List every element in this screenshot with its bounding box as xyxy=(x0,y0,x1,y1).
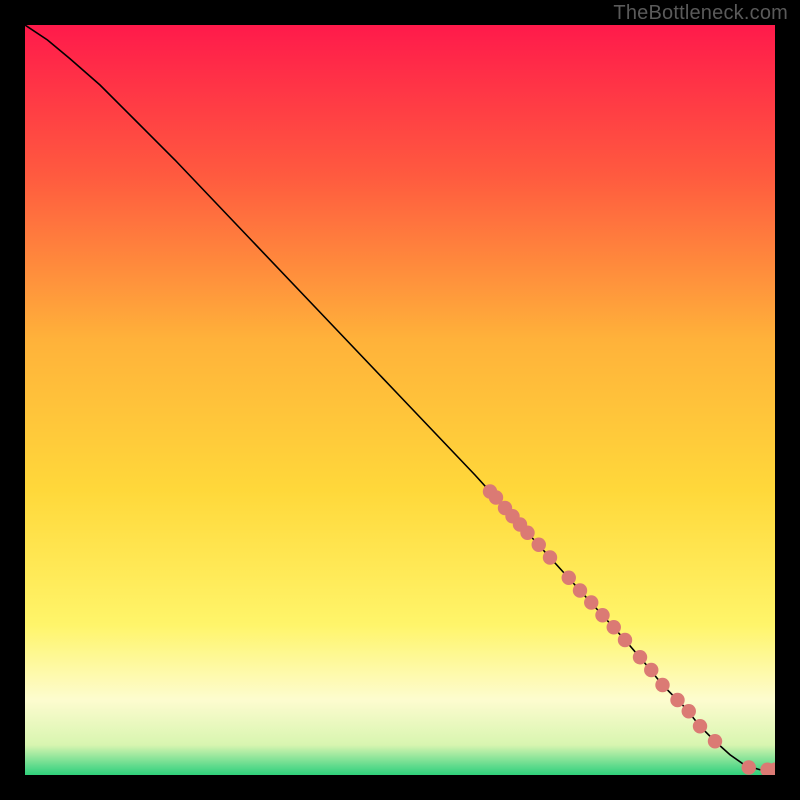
data-point xyxy=(618,633,632,647)
data-point xyxy=(520,526,534,540)
watermark-text: TheBottleneck.com xyxy=(613,2,788,25)
data-point xyxy=(633,650,647,664)
data-point xyxy=(584,595,598,609)
data-point xyxy=(607,620,621,634)
chart-svg xyxy=(25,25,775,775)
data-point xyxy=(595,608,609,622)
plot-area xyxy=(25,25,775,775)
data-point xyxy=(742,760,756,774)
data-point xyxy=(562,571,576,585)
gradient-background xyxy=(25,25,775,775)
data-point xyxy=(644,663,658,677)
data-point xyxy=(682,704,696,718)
data-point xyxy=(655,678,669,692)
data-point xyxy=(573,583,587,597)
data-point xyxy=(532,538,546,552)
data-point xyxy=(708,734,722,748)
data-point xyxy=(693,719,707,733)
data-point xyxy=(543,550,557,564)
chart-frame: TheBottleneck.com xyxy=(0,0,800,800)
data-point xyxy=(670,693,684,707)
